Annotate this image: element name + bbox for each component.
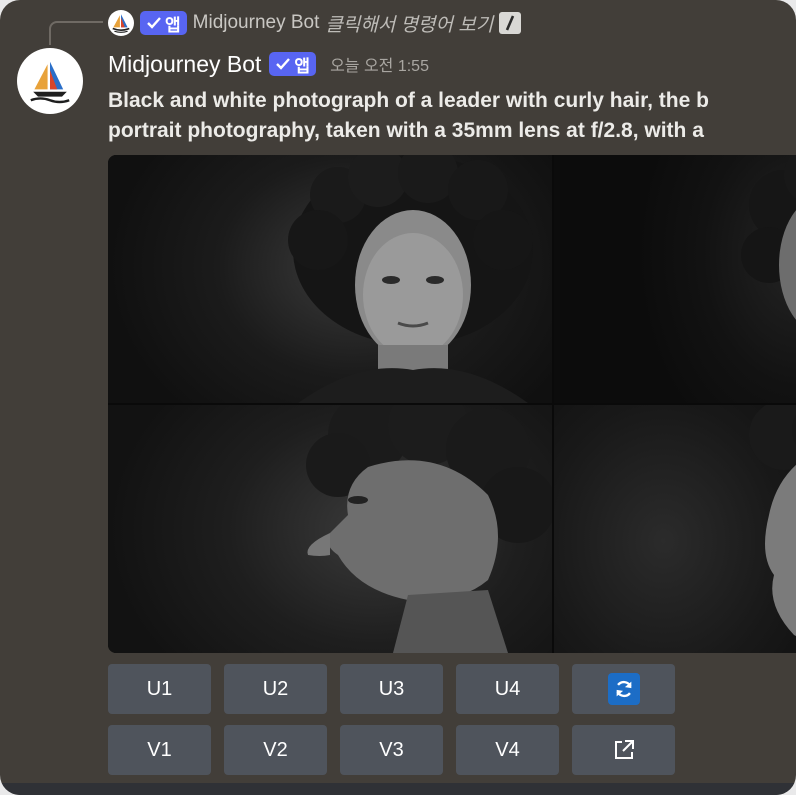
u2-button[interactable]: U2 — [224, 664, 327, 714]
checkmark-icon — [276, 58, 291, 70]
u4-button[interactable]: U4 — [456, 664, 559, 714]
portrait-illustration — [741, 155, 796, 320]
variation-buttons: V1 V2 V3 V4 — [108, 725, 675, 775]
sailboat-logo-icon — [30, 61, 70, 104]
app-badge-label: 앱 — [294, 56, 311, 76]
app-badge: 앱 — [269, 52, 317, 76]
grid-image-1[interactable] — [108, 155, 552, 403]
u3-button[interactable]: U3 — [340, 664, 443, 714]
v4-button[interactable]: V4 — [456, 725, 559, 775]
reply-reference[interactable]: 앱 Midjourney Bot 클릭해서 명령어 보기 — [108, 8, 522, 38]
prompt-text: Black and white photograph of a leader w… — [108, 86, 796, 146]
app-badge-label: 앱 — [165, 15, 181, 35]
timestamp[interactable]: 오늘 오전 1:55 — [330, 52, 429, 76]
prompt-line-2: portrait photography, taken with a 35mm … — [108, 119, 704, 142]
u1-button[interactable]: U1 — [108, 664, 211, 714]
v3-button[interactable]: V3 — [340, 725, 443, 775]
grid-image-3[interactable] — [108, 405, 552, 653]
author-name[interactable]: Midjourney Bot — [108, 51, 261, 78]
checkmark-icon — [147, 17, 161, 29]
reply-author[interactable]: Midjourney Bot — [193, 12, 320, 34]
message-header: Midjourney Bot 앱 오늘 오전 1:55 — [108, 48, 429, 80]
reroll-button[interactable] — [572, 664, 675, 714]
image-grid[interactable] — [108, 155, 796, 653]
upscale-buttons: U1 U2 U3 U4 — [108, 664, 675, 714]
reply-avatar[interactable] — [108, 10, 134, 36]
app-badge: 앱 — [140, 11, 187, 35]
v2-button[interactable]: V2 — [224, 725, 327, 775]
external-link-icon — [614, 740, 634, 759]
v1-button[interactable]: V1 — [108, 725, 211, 775]
reply-connector — [49, 21, 103, 45]
portrait-illustration — [288, 155, 533, 403]
slash-command-icon[interactable] — [499, 12, 522, 34]
grid-image-2[interactable] — [554, 155, 796, 403]
author-avatar[interactable] — [17, 48, 83, 114]
message-panel: 앱 Midjourney Bot 클릭해서 명령어 보기 Midjourney … — [0, 0, 796, 795]
prompt-line-1: Black and white photograph of a leader w… — [108, 89, 709, 112]
command-hint[interactable]: 클릭해서 명령어 보기 — [325, 10, 493, 37]
sailboat-logo-icon — [112, 14, 130, 33]
refresh-icon — [607, 673, 640, 705]
portrait-illustration — [749, 405, 796, 637]
open-link-button[interactable] — [572, 725, 675, 775]
grid-image-4[interactable] — [554, 405, 796, 653]
portrait-illustration — [306, 405, 552, 653]
